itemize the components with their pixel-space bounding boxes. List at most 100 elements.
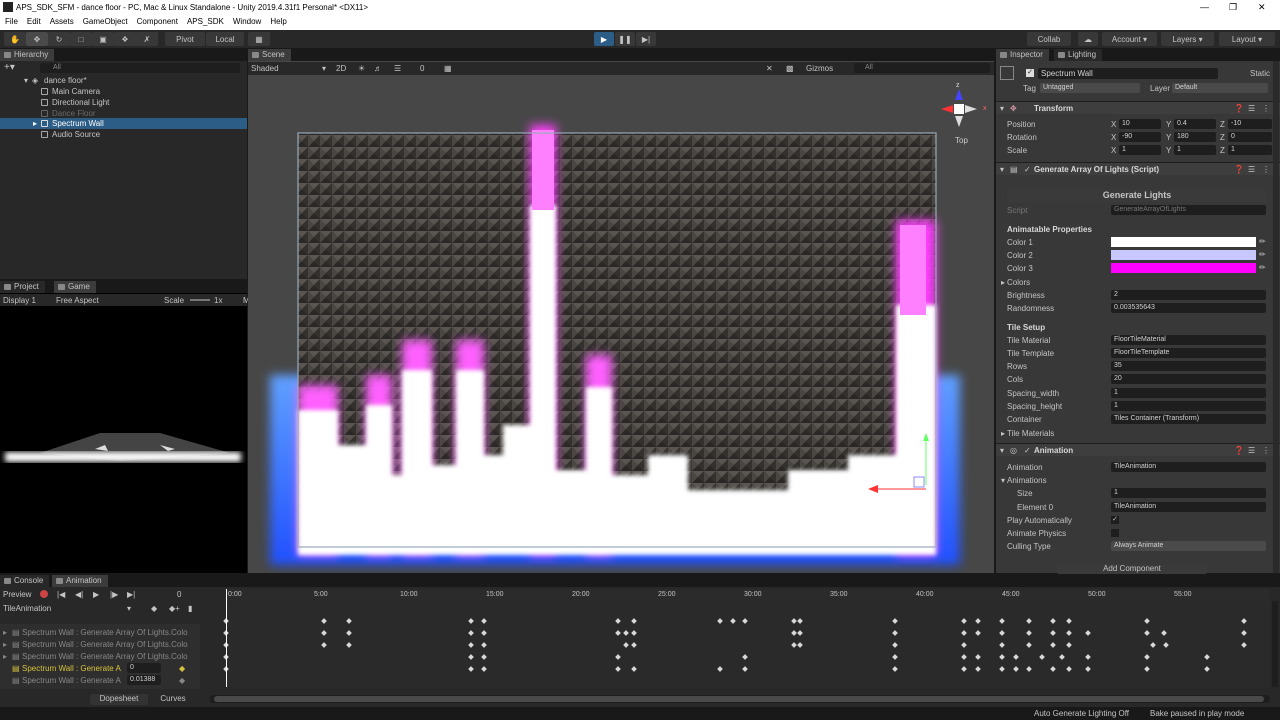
tab-animation[interactable]: Animation [52, 575, 108, 587]
layers-dropdown[interactable]: Layers ▾ [1161, 32, 1214, 46]
track-value-field[interactable]: 0.01388 [127, 675, 161, 685]
timeline-ruler[interactable]: 0:00 5:00 10:00 15:00 20:00 25:00 30:00 … [226, 589, 1270, 601]
track-fold-icon[interactable]: ▸ [3, 640, 7, 649]
display-dropdown[interactable]: Display 1 [3, 296, 36, 305]
keyframe-marker[interactable] [961, 654, 967, 660]
menu-component[interactable]: Component [132, 15, 182, 30]
keyframe-marker[interactable] [1026, 642, 1032, 648]
keyframe-marker[interactable] [975, 654, 981, 660]
keyframe-marker[interactable] [1013, 666, 1019, 672]
keyframe-marker[interactable] [1050, 666, 1056, 672]
animate-physics-checkbox[interactable] [1111, 529, 1119, 537]
keyframe-marker[interactable] [892, 642, 898, 648]
keyframe-marker[interactable] [321, 630, 327, 636]
record-button[interactable] [40, 590, 48, 598]
tab-console[interactable]: Console [0, 575, 50, 587]
menu-edit[interactable]: Edit [22, 15, 45, 30]
list-item[interactable]: Directional Light [0, 97, 247, 108]
track-value-field[interactable]: 0 [127, 663, 161, 673]
keyframe-marker[interactable] [1050, 618, 1056, 624]
keyframe-marker[interactable] [1085, 666, 1091, 672]
gizmos-dropdown[interactable]: Gizmos [806, 64, 833, 73]
component-menu-icon[interactable]: ⋮ [1262, 104, 1270, 113]
expand-arrow-icon[interactable]: ▸ [33, 119, 37, 128]
keyframe-marker[interactable] [961, 666, 967, 672]
frame-field[interactable]: 0 [177, 590, 181, 599]
timeline-scrollbar[interactable] [210, 695, 1270, 703]
keyframe-marker[interactable] [1241, 630, 1247, 636]
keyframe-marker[interactable] [1050, 630, 1056, 636]
view-label[interactable]: Top [955, 136, 968, 145]
keyframe-marker[interactable] [975, 618, 981, 624]
tab-inspector[interactable]: Inspector [996, 49, 1049, 61]
hidden-count[interactable]: 0 [420, 64, 424, 73]
keyframe-marker[interactable] [797, 618, 803, 624]
add-component-button[interactable]: Add Component [1057, 564, 1207, 574]
hand-tool-icon[interactable]: ✋ [4, 32, 26, 46]
keyframe-marker[interactable] [1039, 654, 1045, 660]
inspector-scrollbar[interactable] [1273, 61, 1279, 573]
spacing-width-field[interactable]: 1 [1111, 388, 1266, 398]
2d-toggle[interactable]: 2D [336, 64, 346, 73]
menu-help[interactable]: Help [265, 15, 290, 30]
keyframe-marker[interactable] [797, 630, 803, 636]
event-marker-icon[interactable]: ▮ [188, 604, 192, 613]
keyframe-marker[interactable] [468, 618, 474, 624]
container-field[interactable]: Tiles Container (Transform) [1111, 414, 1266, 424]
keyframe-marker[interactable] [791, 642, 797, 648]
table-row[interactable]: ▸ ▤ Spectrum Wall : Generate Array Of Ligh… [3, 639, 198, 650]
keyframe-marker[interactable] [1241, 642, 1247, 648]
keyframe-marker[interactable] [631, 666, 637, 672]
generate-lights-button[interactable]: Generate Lights [1007, 189, 1267, 202]
maximize-icon[interactable]: ❐ [1229, 2, 1237, 13]
position-z-field[interactable]: -10 [1228, 119, 1272, 129]
keyframe-marker[interactable] [481, 630, 487, 636]
dopesheet-tab[interactable]: Dopesheet [90, 694, 148, 705]
grid-toggle-icon[interactable]: ▦ [444, 64, 452, 73]
keyframe-marker[interactable] [791, 630, 797, 636]
scene-row[interactable]: ▾ ◈ dance floor* [0, 75, 247, 86]
keyframe-marker[interactable] [1013, 654, 1019, 660]
collab-button[interactable]: Collab [1027, 32, 1071, 46]
keyframe-marker[interactable] [1161, 630, 1167, 636]
camera-icon[interactable]: ▩ [786, 64, 794, 73]
menu-window[interactable]: Window [228, 15, 265, 30]
rows-field[interactable]: 35 [1111, 361, 1266, 371]
playhead[interactable] [226, 589, 227, 687]
tag-dropdown[interactable]: Untagged [1040, 83, 1140, 93]
shading-dropdown[interactable]: Shaded [251, 64, 279, 73]
keyframe-marker[interactable] [1026, 618, 1032, 624]
object-name-field[interactable]: Spectrum Wall [1038, 68, 1218, 79]
keyframe-marker[interactable] [631, 630, 637, 636]
rect-tool-icon[interactable]: ▣ [92, 32, 114, 46]
table-row[interactable]: ▸ ▤ Spectrum Wall : Generate Array Of Ligh… [3, 627, 198, 638]
keyframe-marker[interactable] [1026, 630, 1032, 636]
keyframe-marker[interactable] [1144, 666, 1150, 672]
keyframe-marker[interactable] [1059, 654, 1065, 660]
layout-dropdown[interactable]: Layout ▾ [1219, 32, 1275, 46]
keyframe-marker[interactable] [1066, 666, 1072, 672]
local-toggle[interactable]: Local [206, 32, 244, 46]
preset-icon[interactable]: ☰ [1248, 165, 1255, 174]
rotation-x-field[interactable]: -90 [1119, 132, 1161, 142]
keyframe-marker[interactable] [742, 666, 748, 672]
rotate-tool-icon[interactable]: ↻ [48, 32, 70, 46]
component-menu-icon[interactable]: ⋮ [1262, 165, 1270, 174]
animation-enabled-checkbox[interactable]: ✓ [1024, 446, 1031, 455]
add-event-icon[interactable]: ◆+ [169, 604, 180, 613]
table-row[interactable]: ▤ Spectrum Wall : Generate A 0 ◆ [3, 663, 198, 674]
tab-scene[interactable]: Scene [248, 49, 291, 61]
snap-icon[interactable]: ▦ [248, 32, 270, 46]
menu-gameobject[interactable]: GameObject [78, 15, 132, 30]
minimize-icon[interactable]: — [1200, 2, 1209, 12]
scale-z-field[interactable]: 1 [1228, 145, 1272, 155]
static-toggle[interactable]: Static [1250, 69, 1270, 78]
active-checkbox[interactable]: ✓ [1026, 69, 1034, 77]
keyframe-marker[interactable] [615, 630, 621, 636]
scale-tool-icon[interactable]: □ [70, 32, 92, 46]
curves-tab[interactable]: Curves [150, 694, 196, 705]
expand-arrow-icon[interactable]: ▾ [24, 76, 28, 85]
tile-material-field[interactable]: FloorTileMaterial [1111, 335, 1266, 345]
keyframe-marker[interactable] [321, 618, 327, 624]
expand-arrow-icon[interactable]: ▾ [1000, 104, 1004, 113]
